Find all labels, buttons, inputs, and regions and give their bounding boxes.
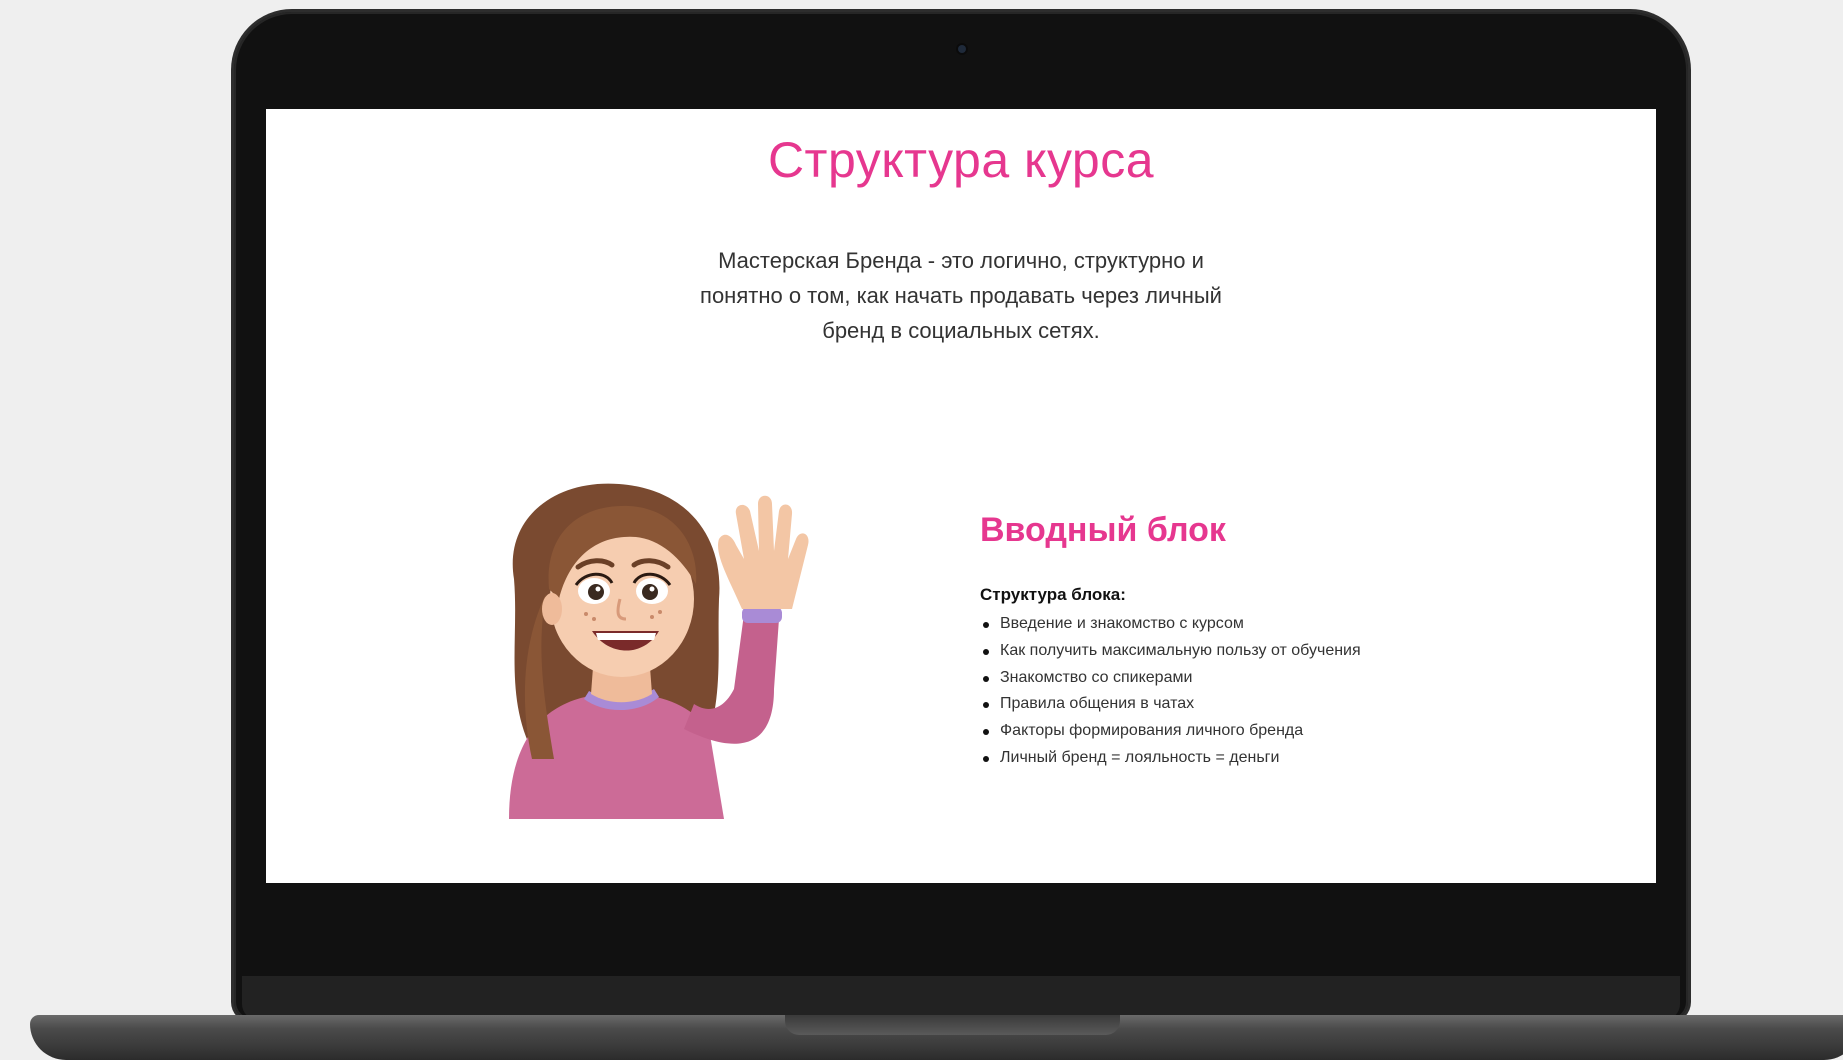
block-items-list: Введение и знакомство с курсом Как получ… [980,611,1361,772]
list-item: Факторы формирования личного бренда [980,718,1361,745]
trackpad-notch [785,1015,1120,1035]
list-item: Знакомство со спикерами [980,665,1361,692]
list-item: Как получить максимальную пользу от обуч… [980,638,1361,665]
laptop-screen: Структура курса Мастерская Бренда - это … [266,109,1656,883]
laptop-lid: Структура курса Мастерская Бренда - это … [234,12,1688,1020]
list-item: Введение и знакомство с курсом [980,611,1361,638]
block-title: Вводный блок [980,511,1226,549]
avatar [474,459,844,819]
intro-text: Мастерская Бренда - это логично, структу… [700,248,1222,343]
list-item: Правила общения в чатах [980,691,1361,718]
waving-girl-icon [509,483,809,819]
page-title: Структура курса [767,132,1155,188]
block-subtitle: Структура блока: [980,585,1126,604]
list-item: Личный бренд = лояльность = деньги [980,745,1361,772]
webcam-icon [958,45,966,53]
bezel-strip [242,976,1680,1020]
